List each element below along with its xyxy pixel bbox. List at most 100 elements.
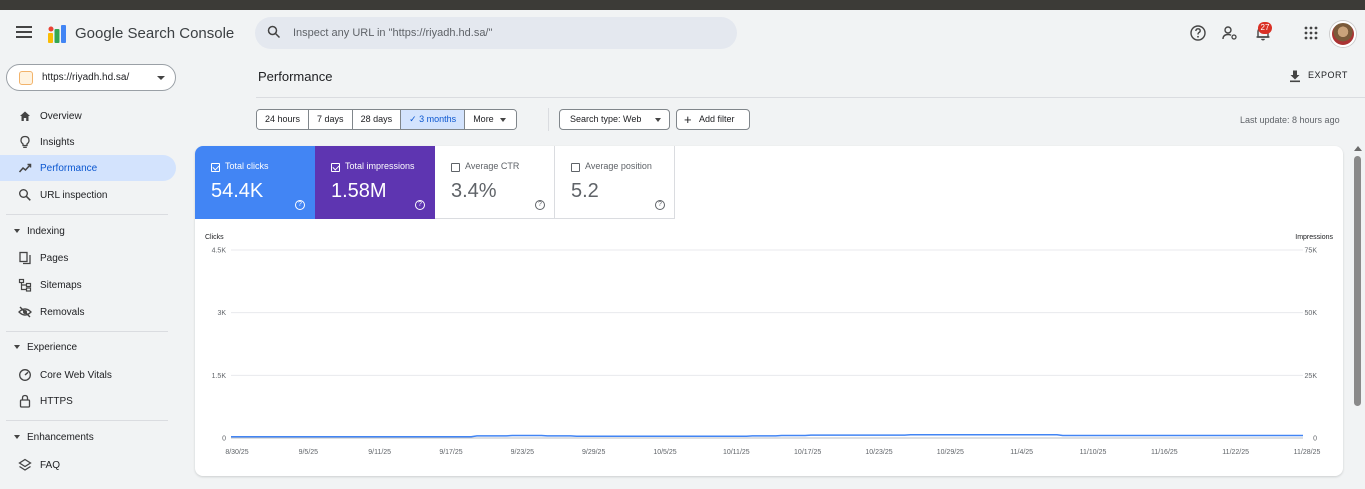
range-3-months-button[interactable]: ✓ 3 months <box>401 110 466 129</box>
sidebar-divider <box>6 420 168 421</box>
right-tick-label: 25K <box>1305 373 1318 380</box>
sidebar-item-faq[interactable]: FAQ <box>0 452 176 478</box>
check-icon: ✓ <box>409 114 417 124</box>
url-inspect-search[interactable] <box>255 17 737 49</box>
x-tick-label: 11/16/25 <box>1151 449 1178 456</box>
search-icon <box>267 25 281 39</box>
range-24-hours-button[interactable]: 24 hours <box>257 110 310 129</box>
x-tick-label: 8/30/25 <box>225 449 248 456</box>
help-icon[interactable] <box>1189 24 1207 42</box>
search-console-logo-icon <box>48 25 66 43</box>
trending-icon <box>18 163 32 173</box>
eye-off-icon <box>18 306 32 318</box>
page-scrollbar[interactable] <box>1351 142 1363 489</box>
x-tick-label: 9/17/25 <box>439 449 462 456</box>
right-tick-label: 50K <box>1305 310 1318 317</box>
property-label: https://riyadh.hd.sa/ <box>42 72 130 83</box>
x-tick-label: 10/23/25 <box>865 449 892 456</box>
sidebar-item-sitemaps[interactable]: Sitemaps <box>0 272 176 298</box>
x-tick-label: 9/5/25 <box>299 449 319 456</box>
property-selector[interactable]: https://riyadh.hd.sa/ <box>6 64 176 91</box>
lightbulb-icon <box>20 135 30 148</box>
performance-chart: Clicks Impressions 0 0 1.5K 25K 3K 50K 4.5K 75K 8/… <box>205 234 1334 456</box>
metric-total-impressions[interactable]: Total impressions 1.58M ? <box>315 146 435 219</box>
left-tick-label: 4.5K <box>212 248 227 255</box>
help-icon[interactable]: ? <box>415 200 425 210</box>
plus-icon: + <box>684 112 692 127</box>
metric-average-ctr[interactable]: Average CTR 3.4% ? <box>435 146 555 219</box>
left-tick-label: 3K <box>217 310 226 317</box>
checkbox-unchecked-icon[interactable] <box>571 163 580 172</box>
avatar[interactable] <box>1330 21 1356 47</box>
metric-total-clicks[interactable]: Total clicks 54.4K ? <box>195 146 315 219</box>
checkbox-checked-icon[interactable] <box>331 163 340 172</box>
range-more-button[interactable]: More <box>465 110 516 129</box>
x-tick-label: 11/22/25 <box>1222 449 1249 456</box>
window-top-strip <box>0 0 1365 10</box>
add-filter-button[interactable]: + Add filter <box>676 109 750 130</box>
caret-down-icon <box>14 345 20 349</box>
last-update-text: Last update: 8 hours ago <box>1240 115 1340 125</box>
sidebar-item-overview[interactable]: Overview <box>0 103 176 129</box>
search-type-filter[interactable]: Search type: Web <box>559 109 670 130</box>
sidebar-item-insights[interactable]: Insights <box>0 129 176 155</box>
series-line-clicks <box>231 433 1303 438</box>
x-tick-label: 9/11/25 <box>368 449 391 456</box>
checkbox-checked-icon[interactable] <box>211 163 220 172</box>
sidebar-section-experience[interactable]: Experience <box>0 338 176 358</box>
caret-down-icon <box>14 435 20 439</box>
range-7-days-button[interactable]: 7 days <box>309 110 353 129</box>
title-divider <box>256 97 1365 98</box>
sitemap-icon <box>18 278 32 292</box>
performance-card: Total clicks 54.4K ? Total impressions 1… <box>195 146 1343 476</box>
date-range-selector: 24 hours 7 days 28 days ✓ 3 months More <box>256 109 517 130</box>
search-icon <box>19 189 31 201</box>
gauge-icon <box>19 369 31 381</box>
help-icon[interactable]: ? <box>655 200 665 210</box>
pages-icon <box>19 251 31 265</box>
page-title: Performance <box>258 69 333 84</box>
x-tick-label: 10/11/25 <box>723 449 750 456</box>
left-tick-label: 1.5K <box>212 373 227 380</box>
checkbox-unchecked-icon[interactable] <box>451 163 460 172</box>
metric-average-position[interactable]: Average position 5.2 ? <box>555 146 675 219</box>
x-tick-label: 11/28/25 <box>1294 449 1321 456</box>
sidebar-item-core-web-vitals[interactable]: Core Web Vitals <box>0 362 176 388</box>
sidebar-section-enhancements[interactable]: Enhancements <box>0 428 176 448</box>
x-tick-label: 9/29/25 <box>582 449 605 456</box>
apps-icon[interactable] <box>1302 24 1320 42</box>
app-header: Google Search Console 27 <box>0 10 1365 60</box>
x-tick-label: 10/29/25 <box>937 449 964 456</box>
right-tick-label: 0 <box>1313 436 1317 443</box>
menu-icon[interactable] <box>16 26 32 40</box>
x-tick-label: 9/23/25 <box>511 449 534 456</box>
notification-badge: 27 <box>1258 22 1272 34</box>
left-axis-title: Clicks <box>205 234 224 241</box>
help-icon[interactable]: ? <box>535 200 545 210</box>
sidebar-item-pages[interactable]: Pages <box>0 245 176 271</box>
app-title[interactable]: Google Search Console <box>75 25 234 42</box>
sidebar-item-removals[interactable]: Removals <box>0 299 176 325</box>
caret-down-icon <box>655 118 661 122</box>
home-icon <box>20 111 30 121</box>
help-icon[interactable]: ? <box>295 200 305 210</box>
sidebar-item-url-inspection[interactable]: URL inspection <box>0 182 176 208</box>
manage-users-icon[interactable] <box>1221 24 1239 42</box>
x-tick-label: 10/17/25 <box>794 449 821 456</box>
chevron-down-icon <box>157 76 165 80</box>
x-tick-label: 11/4/25 <box>1010 449 1033 456</box>
x-tick-label: 11/10/25 <box>1080 449 1107 456</box>
sidebar-item-performance[interactable]: Performance <box>0 155 176 181</box>
left-tick-label: 0 <box>222 436 226 443</box>
sidebar-item-https[interactable]: HTTPS <box>0 388 176 414</box>
filter-separator <box>548 108 549 131</box>
lock-icon <box>19 394 31 408</box>
x-tick-label: 10/5/25 <box>653 449 676 456</box>
range-28-days-button[interactable]: 28 days <box>352 110 402 129</box>
right-tick-label: 75K <box>1305 248 1318 255</box>
right-axis-title: Impressions <box>1295 234 1333 241</box>
scroll-up-icon[interactable] <box>1354 146 1362 151</box>
sidebar-section-indexing[interactable]: Indexing <box>0 222 176 242</box>
url-inspect-input[interactable] <box>293 17 723 49</box>
scroll-thumb[interactable] <box>1354 156 1361 406</box>
